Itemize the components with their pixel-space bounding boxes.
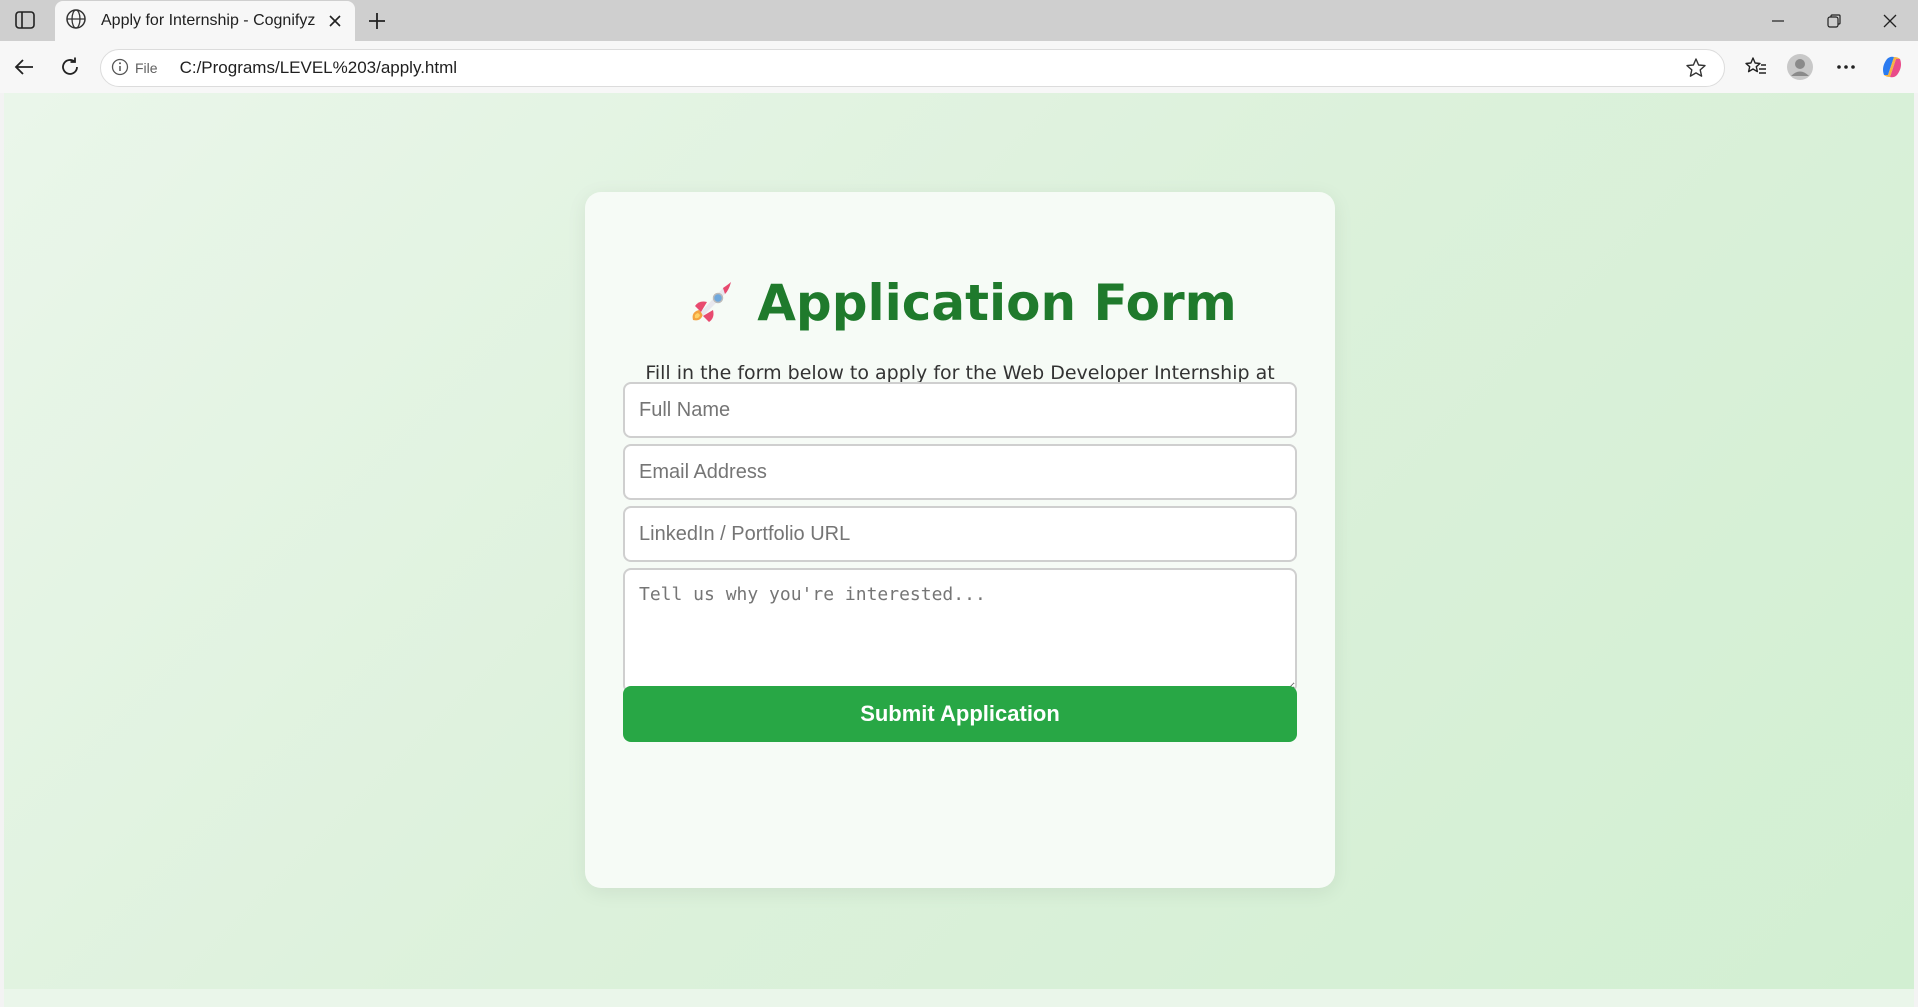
email-input[interactable]	[623, 444, 1297, 500]
page-viewport: Application Form Fill in the form below …	[4, 93, 1914, 989]
new-tab-icon[interactable]	[362, 6, 392, 36]
rocket-icon	[683, 276, 737, 330]
close-tab-icon[interactable]	[321, 7, 349, 35]
page-title: Application Form	[757, 274, 1237, 332]
more-options-icon[interactable]	[1828, 49, 1864, 85]
window-close-icon[interactable]	[1862, 0, 1918, 41]
full-name-input[interactable]	[623, 382, 1297, 438]
back-arrow-icon[interactable]	[6, 49, 42, 85]
minimize-icon[interactable]	[1750, 0, 1806, 41]
refresh-icon[interactable]	[52, 49, 88, 85]
portfolio-url-input[interactable]	[623, 506, 1297, 562]
submit-application-button[interactable]: Submit Application	[623, 686, 1297, 742]
profile-avatar-icon[interactable]	[1782, 49, 1818, 85]
address-bar[interactable]: File C:/Programs/LEVEL%203/apply.html	[100, 49, 1725, 87]
application-card: Application Form Fill in the form below …	[585, 192, 1335, 888]
site-info-label: File	[135, 60, 158, 76]
star-icon[interactable]	[1680, 52, 1712, 84]
site-info-button[interactable]: File	[111, 54, 168, 82]
url-text[interactable]: C:/Programs/LEVEL%203/apply.html	[180, 58, 1680, 78]
favorites-icon[interactable]	[1738, 49, 1774, 85]
sidebar-toggle-icon[interactable]	[12, 9, 37, 31]
active-tab[interactable]: Apply for Internship - Cognifyz	[55, 1, 355, 41]
interest-message-textarea[interactable]	[623, 568, 1297, 693]
tab-bar: Apply for Internship - Cognifyz	[0, 0, 1918, 41]
tab-title: Apply for Internship - Cognifyz	[101, 12, 316, 29]
info-icon	[111, 58, 129, 79]
browser-toolbar: File C:/Programs/LEVEL%203/apply.html	[0, 41, 1918, 93]
globe-icon	[65, 8, 87, 35]
title-row: Application Form	[585, 274, 1335, 332]
restore-icon[interactable]	[1806, 0, 1862, 41]
copilot-icon[interactable]	[1874, 49, 1910, 85]
page-bottom-strip	[4, 989, 1914, 1007]
